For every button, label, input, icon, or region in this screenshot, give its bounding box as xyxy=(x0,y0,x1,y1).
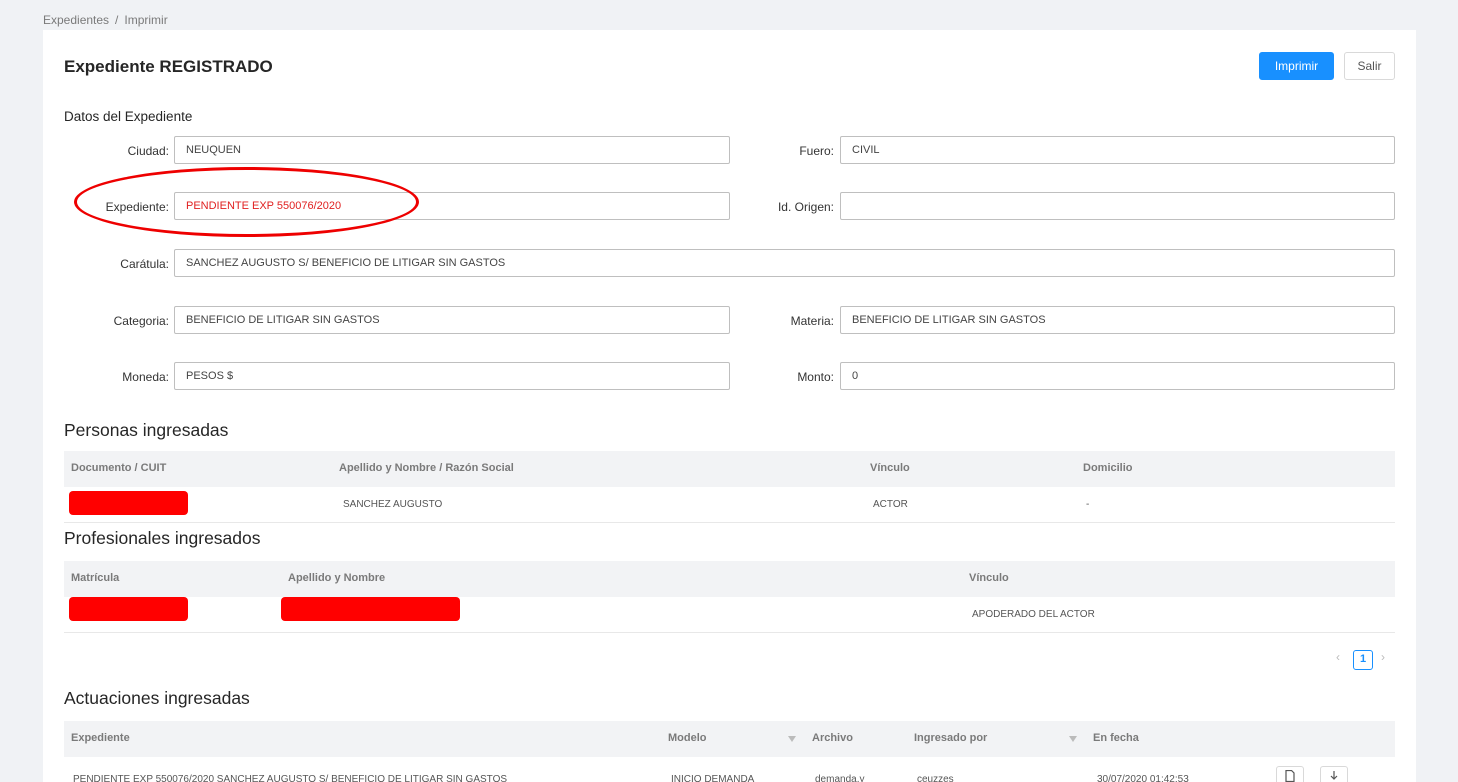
datos-section-title: Datos del Expediente xyxy=(64,109,193,124)
moneda-field[interactable]: PESOS $ xyxy=(174,362,730,390)
cell-archivo: demanda.y xyxy=(815,774,865,782)
filter-icon[interactable] xyxy=(788,736,796,742)
page-title: Expediente REGISTRADO xyxy=(64,57,273,76)
cell-modelo: INICIO DEMANDA xyxy=(671,774,755,782)
cell-vinculo: ACTOR xyxy=(873,499,908,510)
cell-vinculo: APODERADO DEL ACTOR xyxy=(972,609,1095,620)
col-apellido-nombre: Apellido y Nombre / Razón Social xyxy=(339,462,514,474)
table-row: APODERADO DEL ACTOR xyxy=(64,597,1395,633)
caratula-field[interactable]: SANCHEZ AUGUSTO S/ BENEFICIO DE LITIGAR … xyxy=(174,249,1395,277)
download-button[interactable] xyxy=(1320,766,1348,782)
col-ingresado-por: Ingresado por xyxy=(914,732,988,744)
table-row: PENDIENTE EXP 550076/2020 SANCHEZ AUGUST… xyxy=(64,757,1395,782)
ciudad-label: Ciudad: xyxy=(127,144,169,158)
col-matricula: Matrícula xyxy=(71,572,120,584)
materia-field[interactable]: BENEFICIO DE LITIGAR SIN GASTOS xyxy=(840,306,1395,334)
filter-icon[interactable] xyxy=(1069,736,1077,742)
categoria-label: Categoria: xyxy=(113,314,169,328)
cell-en-fecha: 30/07/2020 01:42:53 xyxy=(1097,774,1189,782)
fuero-field[interactable]: CIVIL xyxy=(840,136,1395,164)
col-en-fecha: En fecha xyxy=(1093,732,1139,744)
col-vinculo: Vínculo xyxy=(969,572,1009,584)
view-file-button[interactable] xyxy=(1276,766,1304,782)
redacted-documento xyxy=(69,491,188,515)
table-row: SANCHEZ AUGUSTO ACTOR - xyxy=(64,487,1395,523)
col-apellido-nombre: Apellido y Nombre xyxy=(288,572,386,584)
cell-domicilio: - xyxy=(1086,499,1090,510)
col-domicilio: Domicilio xyxy=(1083,462,1133,474)
col-vinculo: Vínculo xyxy=(870,462,910,474)
personas-title: Personas ingresadas xyxy=(64,420,229,440)
monto-label: Monto: xyxy=(797,370,834,384)
pagination-prev[interactable]: ‹ xyxy=(1336,650,1340,664)
breadcrumb-imprimir: Imprimir xyxy=(124,13,168,27)
file-icon xyxy=(1285,769,1295,782)
cell-expediente: PENDIENTE EXP 550076/2020 SANCHEZ AUGUST… xyxy=(73,774,508,782)
pagination-page-1[interactable]: 1 xyxy=(1353,650,1373,670)
personas-table-header: Documento / CUIT Apellido y Nombre / Raz… xyxy=(64,451,1395,487)
actuaciones-table-header: Expediente Modelo Archivo Ingresado por … xyxy=(64,721,1395,757)
exit-button[interactable]: Salir xyxy=(1344,52,1395,80)
highlight-ellipse xyxy=(74,167,419,237)
col-expediente: Expediente xyxy=(71,732,130,744)
col-modelo: Modelo xyxy=(668,732,707,744)
actuaciones-title: Actuaciones ingresadas xyxy=(64,688,250,708)
print-button[interactable]: Imprimir xyxy=(1259,52,1334,80)
download-icon xyxy=(1330,771,1338,780)
ciudad-field[interactable]: NEUQUEN xyxy=(174,136,730,164)
profesionales-title: Profesionales ingresados xyxy=(64,528,261,548)
breadcrumb: Expedientes / Imprimir xyxy=(43,13,168,27)
main-card: Expediente REGISTRADO Imprimir Salir Dat… xyxy=(43,30,1416,782)
profesionales-table-header: Matrícula Apellido y Nombre Vínculo xyxy=(64,561,1395,597)
fuero-label: Fuero: xyxy=(799,144,834,158)
redacted-matricula xyxy=(69,597,188,621)
monto-field[interactable]: 0 xyxy=(840,362,1395,390)
cell-ingresado-por: ceuzzes xyxy=(917,774,954,782)
col-archivo: Archivo xyxy=(812,732,853,744)
redacted-nombre xyxy=(281,597,460,621)
breadcrumb-expedientes[interactable]: Expedientes xyxy=(43,13,109,27)
cell-nombre: SANCHEZ AUGUSTO xyxy=(343,499,443,510)
id-origen-label: Id. Origen: xyxy=(777,200,834,214)
id-origen-field[interactable] xyxy=(840,192,1395,220)
caratula-label: Carátula: xyxy=(120,257,169,271)
categoria-field[interactable]: BENEFICIO DE LITIGAR SIN GASTOS xyxy=(174,306,730,334)
col-documento: Documento / CUIT xyxy=(71,462,167,474)
pagination-next[interactable]: › xyxy=(1381,650,1385,664)
materia-label: Materia: xyxy=(790,314,834,328)
moneda-label: Moneda: xyxy=(122,370,169,384)
breadcrumb-separator: / xyxy=(115,13,119,27)
